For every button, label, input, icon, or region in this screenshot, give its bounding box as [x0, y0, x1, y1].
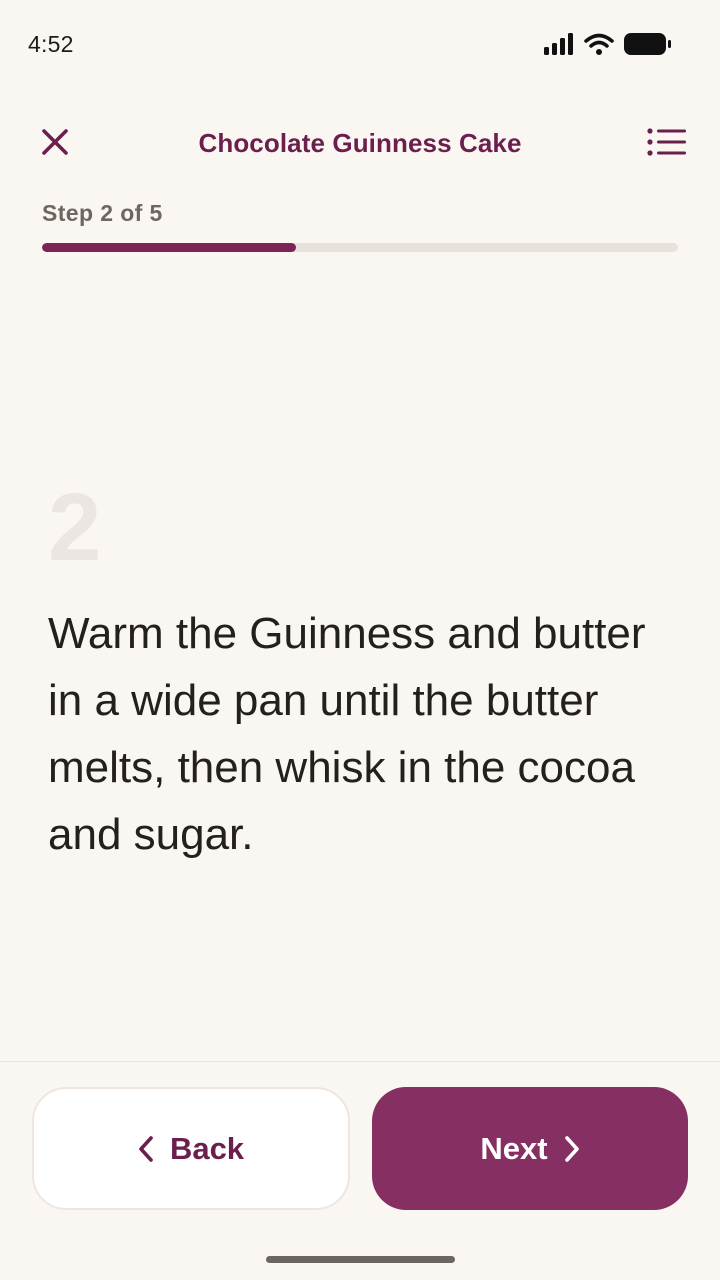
back-button[interactable]: Back [32, 1087, 350, 1210]
status-icons [544, 32, 672, 56]
list-icon [647, 127, 687, 161]
wifi-icon [584, 33, 614, 55]
status-time: 4:52 [28, 31, 74, 57]
back-button-label: Back [169, 1130, 245, 1166]
step-number: 2 [48, 474, 102, 581]
steps-list-button[interactable] [644, 124, 690, 164]
chevron-left-icon [138, 1135, 154, 1163]
home-indicator[interactable] [266, 1256, 455, 1263]
recipe-step-screen: 4:52 Chocolate Guinness Cake Step 2 of 5… [0, 0, 720, 1280]
progress-bar [42, 243, 678, 252]
battery-icon [624, 32, 672, 56]
next-button[interactable]: Next [372, 1087, 688, 1210]
step-counter: Step 2 of 5 [42, 200, 163, 226]
progress-bar-fill [42, 243, 297, 252]
signal-icon [544, 33, 574, 55]
step-instruction: Warm the Guinness and butter in a wide p… [48, 609, 646, 859]
chevron-right-icon [564, 1135, 580, 1163]
page-title: Chocolate Guinness Cake [198, 128, 522, 158]
next-button-label: Next [480, 1130, 548, 1166]
bottom-divider [0, 1061, 720, 1062]
